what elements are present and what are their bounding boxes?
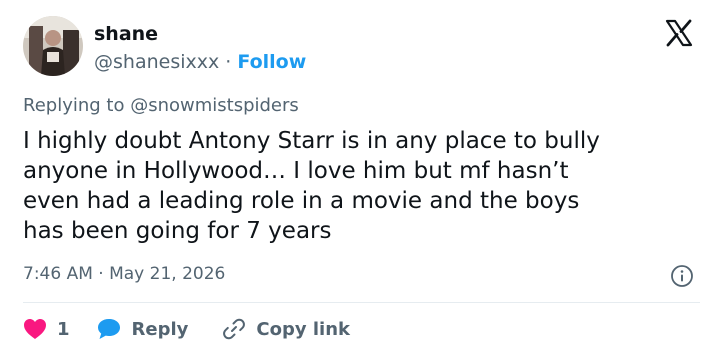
author-name[interactable]: shane: [94, 22, 158, 46]
reply-button[interactable]: Reply: [96, 317, 223, 341]
like-button[interactable]: 1: [23, 318, 96, 340]
tweet-text-line: has been going for 7 years: [23, 218, 332, 244]
x-logo-icon[interactable]: [664, 18, 694, 48]
reply-label: Reply: [131, 318, 189, 340]
replying-to[interactable]: Replying to @snowmistspiders: [23, 94, 299, 118]
heart-icon: [23, 318, 47, 340]
link-icon: [222, 317, 246, 341]
copy-link-button[interactable]: Copy link: [222, 317, 350, 341]
avatar[interactable]: [23, 16, 83, 76]
tweet-text-line: I highly doubt Antony Starr is in any pl…: [23, 128, 600, 154]
info-icon[interactable]: [670, 264, 694, 288]
like-count: 1: [57, 318, 70, 340]
tweet-text-line: even had a leading role in a movie and t…: [23, 188, 580, 214]
speech-bubble-icon: [96, 317, 122, 341]
tweet-text: I highly doubt Antony Starr is in any pl…: [23, 126, 703, 246]
author-handle-row: @shanesixxx · Follow: [94, 50, 306, 74]
tweet-text-line: anyone in Hollywood… I love him but mf h…: [23, 158, 569, 184]
action-bar: 1 Reply Copy link: [23, 316, 350, 342]
timestamp[interactable]: 7:46 AM · May 21, 2026: [23, 263, 225, 285]
handle-separator: ·: [225, 51, 232, 73]
follow-button[interactable]: Follow: [237, 51, 306, 73]
author-handle[interactable]: @shanesixxx: [94, 51, 219, 73]
copy-link-label: Copy link: [256, 318, 350, 340]
divider: [23, 302, 700, 303]
